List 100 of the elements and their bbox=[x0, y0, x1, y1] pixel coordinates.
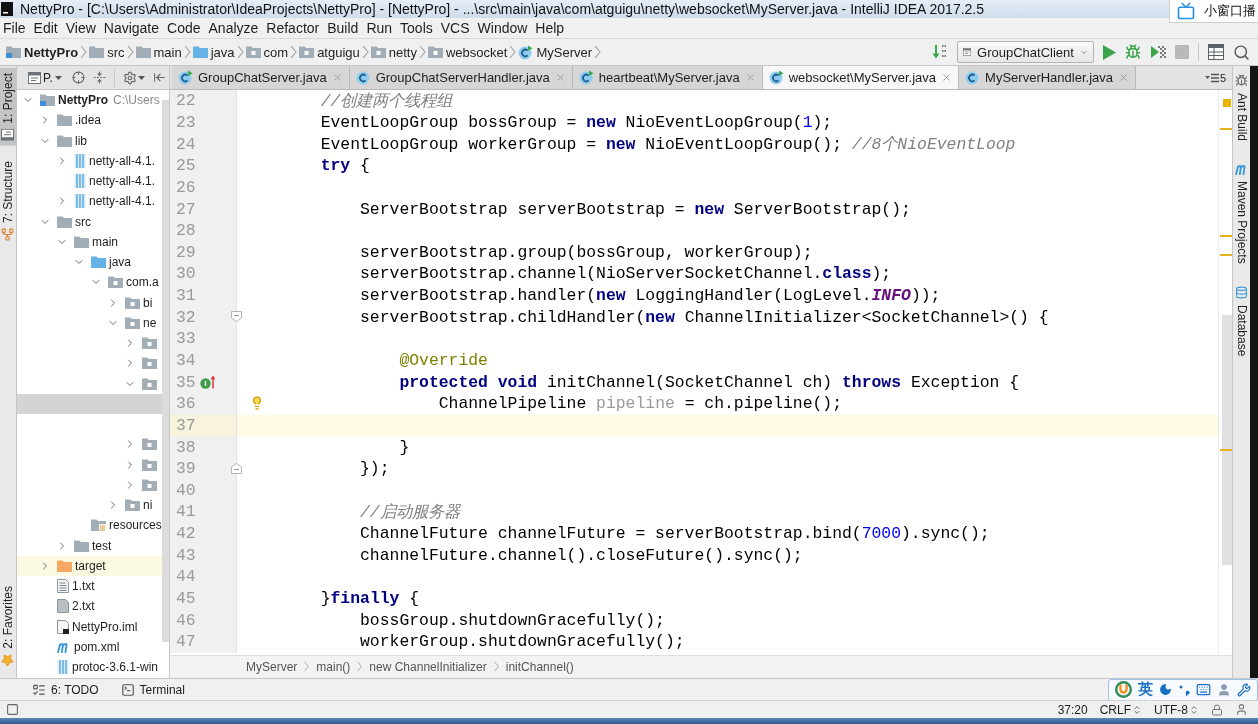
tool-window-button[interactable]: 6: TODO bbox=[32, 682, 99, 697]
tool-window-button[interactable]: 7: Structure bbox=[0, 155, 16, 246]
tab-list-button[interactable]: 5 bbox=[1200, 66, 1232, 89]
run-config-dropdown[interactable]: GroupChatClient bbox=[957, 41, 1094, 63]
person-icon[interactable] bbox=[1217, 682, 1231, 697]
breadcrumb-item[interactable]: com bbox=[243, 43, 291, 61]
lock-icon[interactable] bbox=[1211, 703, 1223, 716]
tree-item[interactable]: NettyPro C:\Users bbox=[17, 90, 162, 111]
menu-item[interactable]: Tools bbox=[396, 19, 437, 37]
caret-icon[interactable] bbox=[54, 75, 62, 80]
moon-icon[interactable] bbox=[1159, 683, 1172, 696]
arrow-to-line-icon[interactable] bbox=[152, 71, 166, 84]
menu-item[interactable]: Help bbox=[531, 19, 569, 37]
tree-item[interactable]: .idea bbox=[17, 110, 162, 131]
editor-tab[interactable]: GroupChatServer.java bbox=[172, 66, 350, 89]
fold-icon[interactable] bbox=[231, 311, 242, 323]
tree-item[interactable]: main bbox=[17, 231, 162, 252]
status-widget[interactable]: 37:20 bbox=[1057, 702, 1088, 717]
breadcrumb-item[interactable]: src bbox=[87, 43, 127, 61]
editor-tab[interactable]: heartbeat\MyServer.java bbox=[572, 66, 763, 89]
lightbulb-icon[interactable] bbox=[250, 395, 264, 410]
inspection-status-icon[interactable] bbox=[1223, 99, 1231, 107]
tree-item[interactable]: netty-all-4.1. bbox=[17, 191, 162, 212]
breadcrumb-item[interactable]: java bbox=[190, 43, 237, 61]
tree-item[interactable]: 2.txt bbox=[17, 596, 162, 617]
breadcrumb-item[interactable]: MyServer bbox=[246, 659, 298, 674]
tree-item[interactable]: test bbox=[17, 535, 162, 556]
tool-window-button[interactable]: Database bbox=[1233, 281, 1250, 361]
close-icon[interactable] bbox=[744, 72, 756, 83]
tree-item[interactable]: bi bbox=[17, 292, 162, 313]
breadcrumb-item[interactable]: new ChannelInitializer bbox=[369, 659, 487, 674]
caret-icon[interactable] bbox=[137, 75, 145, 80]
menu-item[interactable]: Run bbox=[362, 19, 397, 37]
punctuation-icon[interactable] bbox=[1178, 683, 1190, 696]
close-icon[interactable] bbox=[331, 72, 343, 83]
collapse-icon[interactable] bbox=[92, 71, 106, 84]
editor-tab[interactable]: GroupChatServerHandler.java bbox=[349, 66, 573, 89]
menu-item[interactable]: Edit bbox=[29, 19, 62, 37]
menu-item[interactable]: VCS bbox=[436, 19, 474, 37]
warning-mark[interactable] bbox=[1220, 449, 1232, 451]
menu-item[interactable]: Refactor bbox=[262, 19, 324, 37]
scrollbar[interactable] bbox=[162, 100, 169, 642]
editor-tab[interactable]: websocket\MyServer.java bbox=[762, 66, 960, 89]
tree-item[interactable]: target bbox=[17, 555, 162, 576]
tool-window-button[interactable]: 1: Project bbox=[0, 68, 16, 146]
tree-item[interactable]: com.a bbox=[17, 272, 162, 293]
close-icon[interactable] bbox=[554, 72, 566, 83]
checkered-arrow-icon[interactable] bbox=[1150, 44, 1166, 60]
status-widget[interactable]: CRLF bbox=[1099, 702, 1142, 717]
menu-item[interactable]: Navigate bbox=[99, 19, 164, 37]
tree-item[interactable]: lib bbox=[17, 130, 162, 151]
grid-icon[interactable] bbox=[1208, 44, 1224, 60]
tree-item[interactable]: src bbox=[17, 211, 162, 232]
tree-item[interactable] bbox=[17, 393, 162, 414]
tree-item[interactable]: protoc-3.6.1-win bbox=[17, 657, 162, 678]
tree-item[interactable]: ni bbox=[17, 495, 162, 516]
search-icon[interactable] bbox=[1233, 43, 1250, 61]
menu-item[interactable]: Window bbox=[473, 19, 532, 37]
warning-mark[interactable] bbox=[1220, 254, 1232, 256]
view-selector[interactable]: P. bbox=[26, 69, 64, 86]
tool-window-button[interactable]: Maven Projects bbox=[1233, 159, 1250, 268]
tree-item[interactable]: resources bbox=[17, 515, 162, 536]
tree-item[interactable]: NettyPro.iml bbox=[17, 616, 162, 637]
menu-item[interactable]: File bbox=[0, 19, 30, 37]
crosshair-icon[interactable] bbox=[71, 71, 85, 84]
warning-mark[interactable] bbox=[1220, 235, 1232, 237]
status-widget[interactable]: UTF-8 bbox=[1154, 702, 1199, 717]
breadcrumb-item[interactable]: NettyPro bbox=[4, 43, 81, 61]
close-icon[interactable] bbox=[941, 72, 953, 83]
input-mode-toggle[interactable]: 英 bbox=[1138, 680, 1153, 699]
breadcrumb-item[interactable]: websocket bbox=[426, 43, 510, 61]
warning-mark[interactable] bbox=[1220, 128, 1232, 130]
tree-item[interactable]: pom.xml bbox=[17, 636, 162, 657]
tree-item[interactable]: netty-all-4.1. bbox=[17, 150, 162, 171]
breadcrumb-item[interactable]: main() bbox=[316, 659, 351, 674]
tree-item[interactable]: java bbox=[17, 252, 162, 273]
debug-icon[interactable] bbox=[1125, 44, 1141, 60]
stop-icon[interactable] bbox=[1175, 45, 1189, 59]
tool-window-button[interactable]: Terminal bbox=[120, 682, 185, 697]
tool-window-button[interactable]: Ant Build bbox=[1233, 70, 1250, 146]
tool-window-button[interactable]: 2: Favorites bbox=[0, 581, 16, 672]
keyboard-icon[interactable] bbox=[1196, 682, 1211, 697]
person-icon[interactable] bbox=[1235, 703, 1248, 716]
sort-icon[interactable] bbox=[932, 44, 948, 60]
editor-tab[interactable]: MyServerHandler.java bbox=[959, 66, 1136, 89]
menu-item[interactable]: View bbox=[61, 19, 100, 37]
breadcrumb-item[interactable]: MyServer bbox=[516, 43, 595, 61]
tree-item[interactable]: netty-all-4.1. bbox=[17, 171, 162, 192]
square-icon[interactable] bbox=[6, 703, 19, 716]
menu-item[interactable]: Build bbox=[323, 19, 363, 37]
breadcrumb-item[interactable]: main bbox=[133, 43, 184, 61]
mini-window-popup[interactable]: 小窗口播 bbox=[1169, 0, 1258, 23]
breadcrumb-item[interactable]: initChannel() bbox=[505, 659, 574, 674]
menu-item[interactable]: Analyze bbox=[204, 19, 263, 37]
circle-arrow-icon[interactable] bbox=[199, 375, 216, 390]
fold-icon[interactable] bbox=[231, 462, 242, 474]
circle-logo-icon[interactable] bbox=[1115, 681, 1132, 698]
scrollbar[interactable] bbox=[1222, 315, 1232, 565]
gear-icon[interactable] bbox=[122, 70, 137, 85]
close-icon[interactable] bbox=[1118, 72, 1129, 83]
